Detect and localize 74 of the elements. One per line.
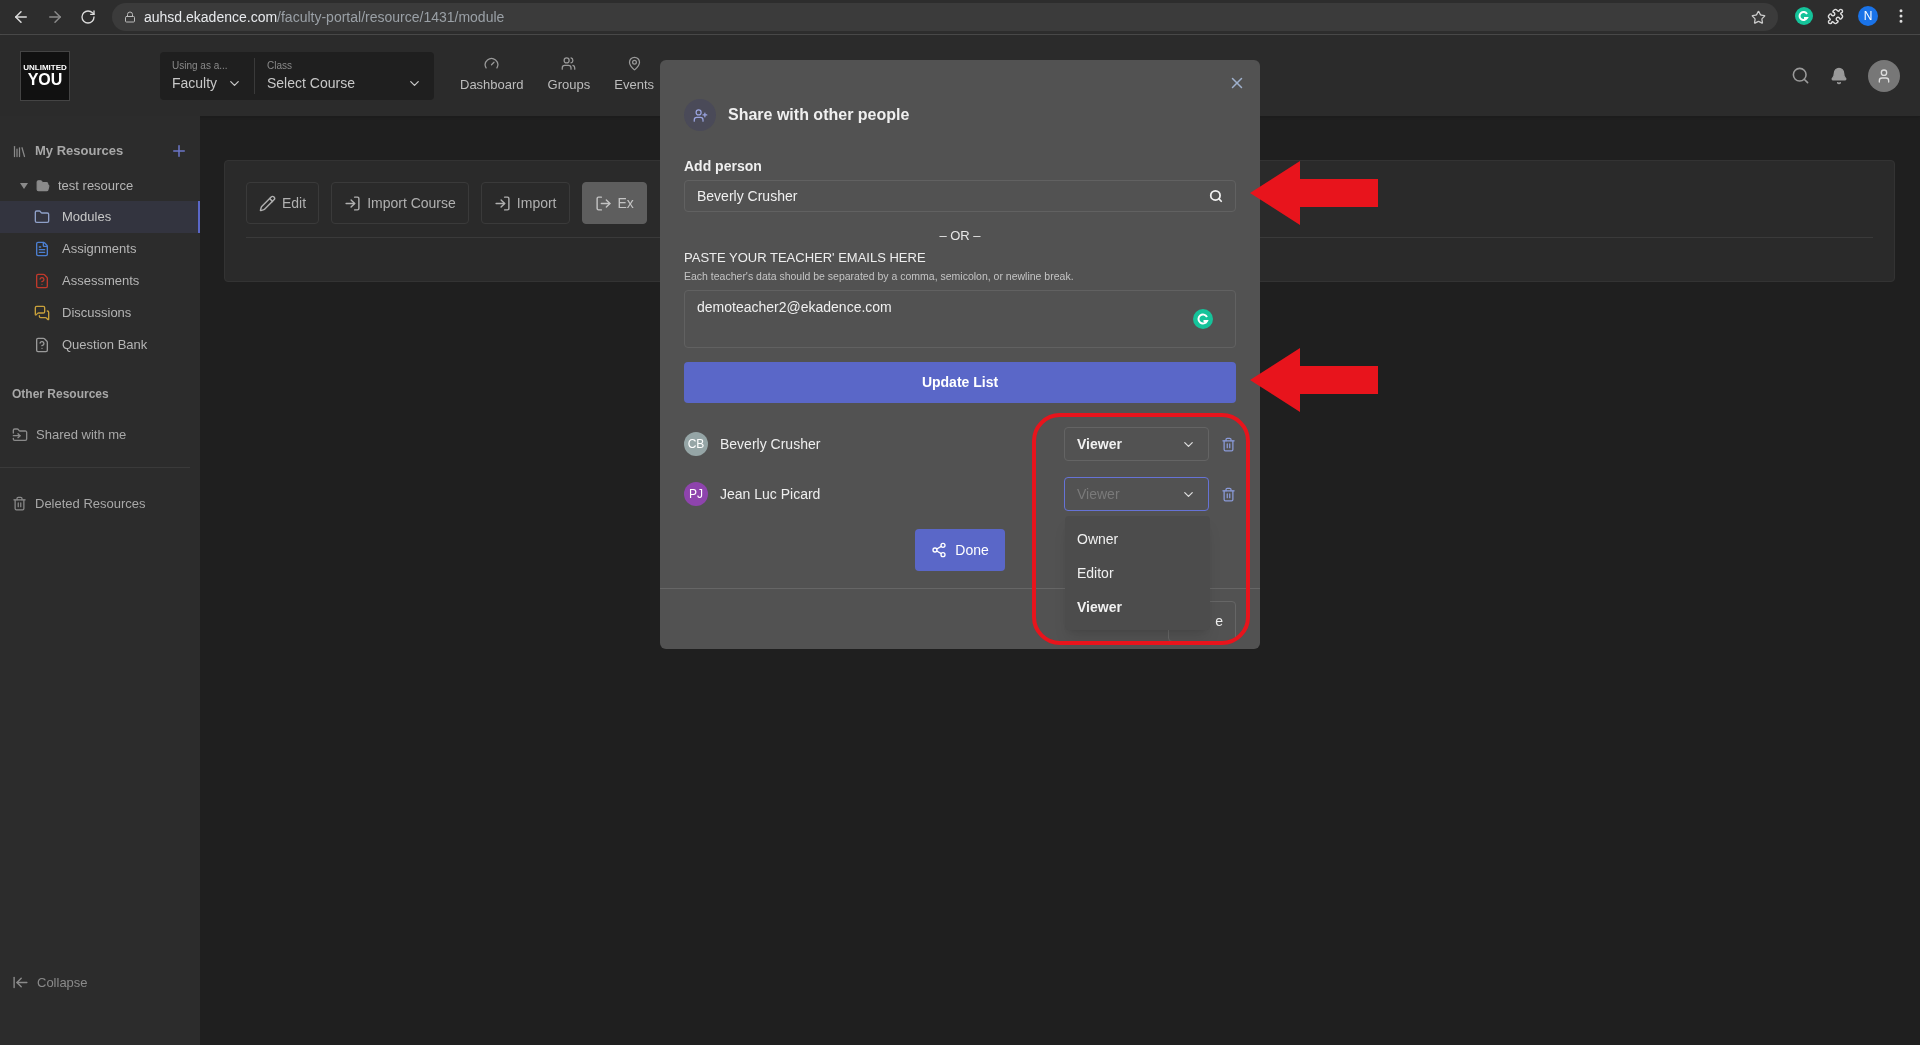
chat-icon — [34, 305, 50, 321]
search-icon[interactable] — [1209, 189, 1223, 203]
collapse-button[interactable]: Collapse — [0, 972, 200, 992]
star-icon[interactable] — [1751, 9, 1766, 25]
field-label: Add person — [684, 157, 763, 175]
quiz-icon — [34, 273, 50, 289]
pencil-icon — [259, 194, 276, 212]
role-select[interactable]: Viewer — [1064, 427, 1209, 461]
section-title[interactable]: My Resources — [35, 141, 124, 161]
menu-option[interactable]: Owner — [1065, 522, 1210, 556]
shared-folder-icon — [12, 426, 28, 443]
folder-icon — [34, 209, 50, 225]
trash-icon[interactable] — [1221, 486, 1236, 502]
logo-text: UNLIMITED — [23, 63, 67, 72]
grammarly-icon[interactable] — [1795, 7, 1813, 25]
person-avatar: CB — [684, 432, 708, 456]
emails-textarea[interactable]: demoteacher2@ekadence.com — [684, 290, 1236, 348]
search-icon[interactable] — [1791, 66, 1810, 85]
sidebar-item[interactable]: Question Bank — [0, 329, 200, 361]
sidebar-item[interactable]: Assignments — [0, 233, 200, 265]
section-title: Other Resources — [11, 386, 110, 403]
nav-item[interactable]: Events — [606, 56, 662, 95]
sidebar-item[interactable]: Assessments — [0, 265, 200, 297]
class-select[interactable]: Class Select Course — [255, 57, 434, 94]
done-button[interactable]: Done — [915, 529, 1005, 571]
sidebar-item[interactable]: Discussions — [0, 297, 200, 329]
toolbar-button[interactable]: Edit — [246, 182, 320, 224]
import-icon — [493, 194, 511, 212]
add-person-field[interactable]: Beverly Crusher — [684, 180, 1236, 212]
sidebar-item[interactable]: Modules — [0, 201, 200, 233]
share-people-icon — [684, 99, 716, 131]
import-icon — [594, 194, 612, 212]
url-text: auhsd.ekadence.com/faculty-portal/resource/1431/module — [144, 7, 505, 27]
tree-item[interactable]: test resource — [0, 175, 200, 197]
update-list-button[interactable]: Update List — [684, 362, 1236, 403]
lock-icon — [124, 11, 136, 23]
reload-icon[interactable] — [80, 9, 96, 25]
library-icon — [12, 143, 27, 159]
logo-text: YOU — [27, 71, 63, 88]
address-bar[interactable]: auhsd.ekadence.com/faculty-portal/resource/1431/module — [112, 3, 1778, 31]
nav-item[interactable]: Dashboard — [452, 56, 532, 95]
user-avatar[interactable] — [1868, 59, 1900, 92]
person-avatar: PJ — [684, 482, 708, 506]
bell-icon[interactable] — [1830, 66, 1848, 85]
help-text: Each teacher's data should be separated by a comma, semicolon, or newline break. — [684, 269, 1075, 283]
back-icon[interactable] — [12, 8, 30, 26]
person-name: Beverly Crusher — [720, 434, 821, 454]
add-icon[interactable] — [170, 142, 188, 160]
grammarly-icon[interactable] — [1193, 309, 1213, 329]
person-name: Jean Luc Picard — [720, 484, 821, 504]
share-icon — [931, 542, 948, 558]
trash-icon — [12, 495, 27, 511]
forward-icon[interactable] — [46, 8, 64, 26]
toolbar-button[interactable]: Import Course — [331, 182, 469, 224]
dialog-title: Share with other people — [728, 105, 910, 125]
puzzle-icon[interactable] — [1827, 7, 1844, 25]
caret-icon — [20, 183, 28, 189]
map-pin-icon — [626, 56, 642, 72]
people-icon — [561, 56, 577, 72]
document-icon — [34, 241, 50, 257]
menu-option[interactable]: Viewer — [1065, 590, 1210, 624]
nav-item[interactable]: Groups — [539, 56, 599, 95]
or-separator: – OR – — [939, 227, 981, 245]
toolbar-button[interactable]: Import — [480, 182, 570, 224]
question-icon — [34, 337, 50, 353]
sidebar-item[interactable]: Shared with me — [0, 425, 200, 445]
paste-heading: PASTE YOUR TEACHER' EMAILS HERE — [684, 250, 927, 266]
trash-icon[interactable] — [1221, 436, 1236, 452]
role-select[interactable]: Using as a... Faculty — [160, 57, 255, 94]
logo[interactable]: UNLIMITED YOU — [20, 50, 70, 101]
folder-icon — [36, 179, 50, 193]
menu-option[interactable]: Editor — [1065, 556, 1210, 590]
sidebar-item[interactable]: Deleted Resources — [0, 493, 200, 513]
import-icon — [344, 194, 362, 212]
